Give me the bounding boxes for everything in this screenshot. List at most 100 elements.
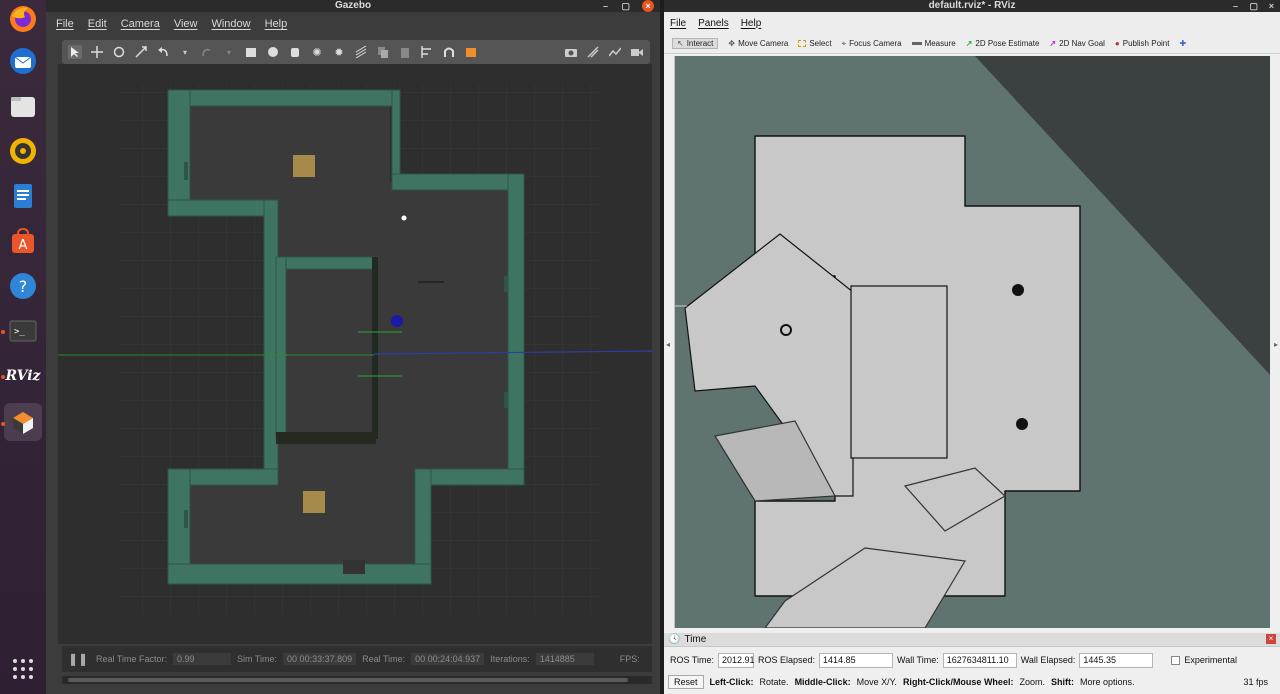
interact-icon: ↖ <box>677 39 684 48</box>
menu-camera[interactable]: Camera <box>121 18 160 30</box>
nav-goal-arrow-icon: ↗ <box>1049 39 1057 48</box>
menu-edit[interactable]: Edit <box>88 18 107 30</box>
redo-icon[interactable] <box>200 45 214 59</box>
time-panel-header: 🕓 Time × <box>664 633 1280 647</box>
tool-focus-camera[interactable]: ⌖ Focus Camera <box>842 39 902 49</box>
log-icon[interactable] <box>586 45 600 59</box>
close-icon[interactable]: × <box>642 0 654 12</box>
reset-button[interactable]: Reset <box>668 675 704 689</box>
move-camera-icon: ✥ <box>728 39 736 48</box>
gazebo-icon[interactable] <box>4 403 42 441</box>
thunderbird-icon[interactable] <box>4 42 42 80</box>
experimental-checkbox[interactable] <box>1171 655 1181 665</box>
gazebo-3d-scene[interactable] <box>58 64 652 644</box>
terminal-icon[interactable]: >_ <box>4 312 42 350</box>
menu-file[interactable]: File <box>56 18 74 30</box>
rviz-icon[interactable]: RViz <box>4 357 42 395</box>
maximize-icon[interactable]: ▢ <box>621 0 630 12</box>
tool-interact-label: Interact <box>686 39 714 48</box>
writer-icon[interactable] <box>4 177 42 215</box>
ros-time-value[interactable]: 2012.91 <box>718 652 755 668</box>
firefox-icon[interactable] <box>4 0 42 38</box>
time-panel: 🕓 Time × ROS Time: 2012.91 ROS Elapsed: … <box>664 633 1280 694</box>
sphere-shape-icon[interactable] <box>266 45 280 59</box>
gazebo-title: Gazebo <box>334 0 372 11</box>
minimize-icon[interactable]: – <box>1233 0 1238 12</box>
shift-label: Shift: <box>1050 677 1074 687</box>
tool-select-label: Select <box>809 39 832 48</box>
close-icon[interactable]: × <box>1269 0 1274 12</box>
translate-icon[interactable] <box>90 45 104 59</box>
right-panel-toggle-icon[interactable]: ▸ <box>1274 340 1278 349</box>
tool-interact[interactable]: ↖ Interact <box>672 38 719 49</box>
tool-2d-nav-goal[interactable]: ↗ 2D Nav Goal <box>1049 39 1105 48</box>
add-tool-button[interactable]: ✚ <box>1179 39 1186 48</box>
rviz-3d-view[interactable] <box>674 56 1270 628</box>
menu-help[interactable]: Help <box>265 18 288 30</box>
rhythmbox-icon[interactable] <box>4 132 42 170</box>
menu-help[interactable]: Help <box>741 18 762 29</box>
rotate-icon[interactable] <box>112 45 126 59</box>
rviz-toolbar: ↖ Interact ✥ Move Camera Select ⌖ Focus Cam… <box>664 34 1280 54</box>
menu-view[interactable]: View <box>174 18 198 30</box>
right-click-label: Right-Click/Mouse Wheel: <box>902 677 1014 687</box>
focus-camera-icon: ⌖ <box>841 38 847 48</box>
tool-2d-pose-estimate[interactable]: ↗ 2D Pose Estimate <box>966 39 1040 48</box>
tool-focus-camera-label: Focus Camera <box>849 39 902 48</box>
gazebo-horizontal-scrollbar[interactable] <box>62 676 652 684</box>
middle-click-desc: Move X/Y. <box>856 677 897 687</box>
wall-elapsed-value[interactable]: 1445.35 <box>1079 652 1154 668</box>
cylinder-shape-icon[interactable] <box>288 45 302 59</box>
menu-window[interactable]: Window <box>211 18 250 30</box>
copy-icon[interactable] <box>376 45 390 59</box>
fps-value: 31 fps <box>1243 677 1268 687</box>
tool-2d-nav-goal-label: 2D Nav Goal <box>1059 39 1105 48</box>
tool-move-camera[interactable]: ✥ Move Camera <box>728 39 788 48</box>
ros-elapsed-value[interactable]: 1414.85 <box>819 652 894 668</box>
select-color-icon[interactable] <box>464 45 478 59</box>
select-arrow-icon[interactable] <box>68 45 82 59</box>
rviz-title: default.rviz* - RViz <box>928 0 1016 11</box>
iterations-value: 1414885 <box>535 653 594 665</box>
tool-select[interactable]: Select <box>798 39 832 48</box>
gazebo-menubar: File Edit Camera View Window Help <box>46 12 660 36</box>
rviz-window: default.rviz* - RViz – ▢ × File Panels H… <box>664 0 1280 694</box>
left-click-label: Left-Click: <box>709 677 754 687</box>
paste-icon[interactable] <box>398 45 412 59</box>
ubuntu-dock: A ? >_ RViz <box>0 0 46 694</box>
files-icon[interactable] <box>4 87 42 125</box>
time-panel-title: Time <box>684 634 707 645</box>
tool-measure[interactable]: Measure <box>911 39 956 48</box>
screenshot-camera-icon[interactable] <box>564 45 578 59</box>
rviz-titlebar: default.rviz* - RViz – ▢ × <box>664 0 1280 12</box>
chevron-down-icon[interactable]: ▾ <box>178 45 192 59</box>
scale-icon[interactable] <box>134 45 148 59</box>
undo-icon[interactable] <box>156 45 170 59</box>
ros-time-label: ROS Time: <box>670 655 715 665</box>
sim-time-value: 00 00:33:37.809 <box>283 653 357 665</box>
spot-light-icon[interactable]: ✹ <box>332 45 346 59</box>
gazebo-toolbar: ▾ ▾ ✺ ✹ <box>62 40 650 64</box>
maximize-icon[interactable]: ▢ <box>1249 0 1258 12</box>
software-icon[interactable]: A <box>4 222 42 260</box>
app-grid-icon[interactable] <box>4 650 42 688</box>
help-icon[interactable]: ? <box>4 267 42 305</box>
left-panel-toggle-icon[interactable]: ◂ <box>666 340 670 349</box>
pause-icon[interactable]: ❚❚ <box>68 652 90 666</box>
chevron-down-icon[interactable]: ▾ <box>222 45 236 59</box>
directional-light-icon[interactable] <box>354 45 368 59</box>
tool-publish-point[interactable]: ● Publish Point <box>1115 39 1170 48</box>
close-panel-icon[interactable]: × <box>1266 634 1276 644</box>
fps-label: FPS: <box>619 654 640 664</box>
menu-panels[interactable]: Panels <box>698 18 729 29</box>
box-shape-icon[interactable] <box>244 45 258 59</box>
align-icon[interactable] <box>420 45 434 59</box>
plot-icon[interactable] <box>608 45 622 59</box>
snap-magnet-icon[interactable] <box>442 45 456 59</box>
point-light-icon[interactable]: ✺ <box>310 45 324 59</box>
video-record-icon[interactable] <box>630 45 644 59</box>
menu-file[interactable]: File <box>670 18 686 29</box>
minimize-icon[interactable]: – <box>603 0 608 12</box>
tool-measure-label: Measure <box>924 39 956 48</box>
wall-time-value[interactable]: 1627634811.10 <box>942 652 1017 668</box>
